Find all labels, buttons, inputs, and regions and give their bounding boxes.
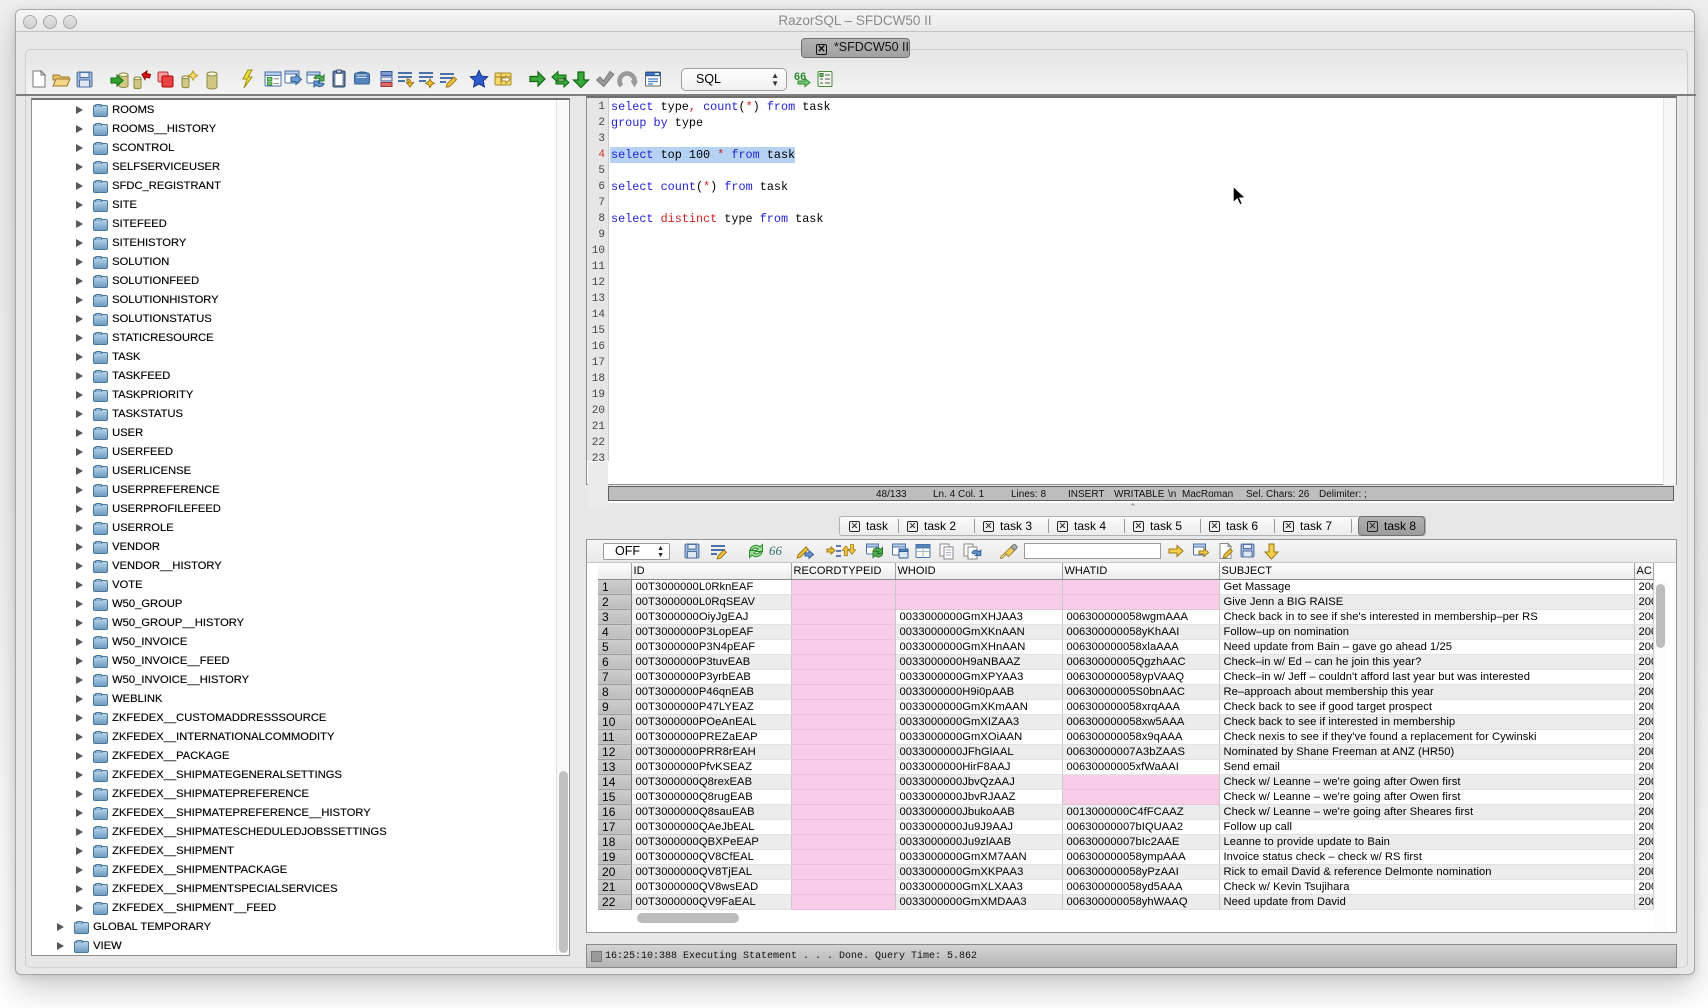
svg-text:66: 66 xyxy=(769,543,783,558)
